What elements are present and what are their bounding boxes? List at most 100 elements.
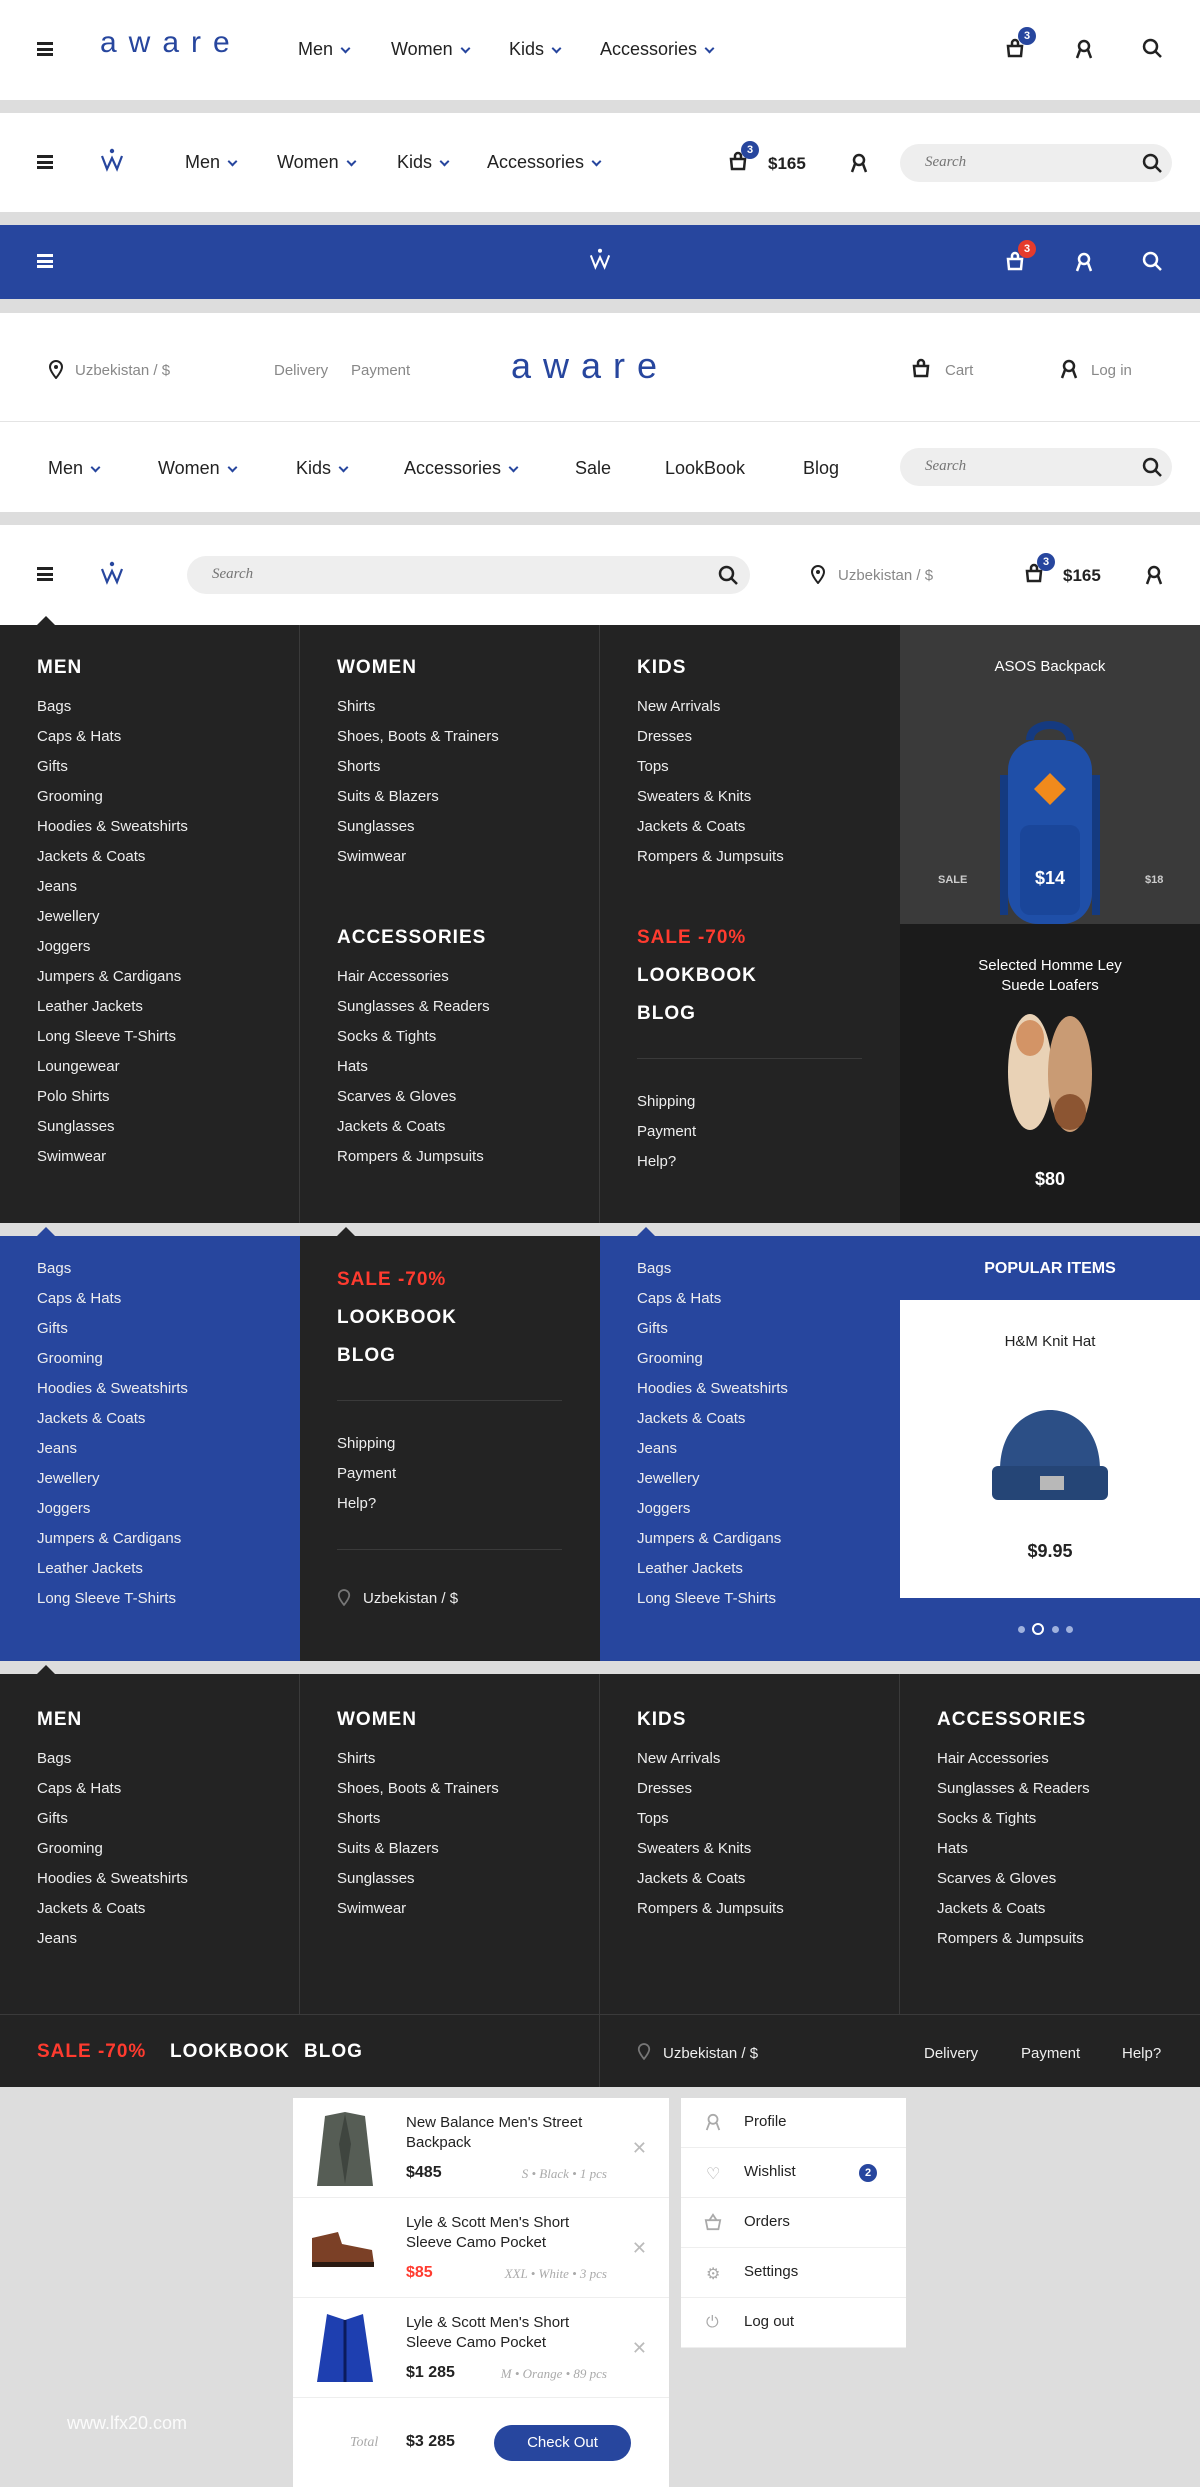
lookbook-link[interactable]: LOOKBOOK [337, 1307, 457, 1329]
menu-link[interactable]: Gifts [37, 752, 188, 782]
carousel-dots[interactable] [1018, 1623, 1088, 1635]
menu-link[interactable]: Sunglasses [337, 1864, 499, 1894]
cart-item[interactable]: Lyle & Scott Men's Short Sleeve Camo Poc… [293, 2198, 669, 2298]
search-icon[interactable] [1142, 153, 1162, 173]
nav-kids[interactable]: Kids [296, 458, 349, 479]
menu-link[interactable]: Caps & Hats [37, 1284, 188, 1314]
remove-icon[interactable]: ✕ [632, 2338, 647, 2359]
menu-link[interactable]: Shorts [337, 1804, 499, 1834]
menu-orders[interactable]: Orders [681, 2198, 906, 2248]
menu-link[interactable]: Swimwear [337, 1894, 499, 1924]
menu-link[interactable]: Sunglasses [337, 812, 499, 842]
menu-link[interactable]: Jeans [637, 1434, 788, 1464]
menu-link[interactable]: Hats [337, 1052, 490, 1082]
menu-link[interactable]: Hoodies & Sweatshirts [37, 812, 188, 842]
menu-link[interactable]: Bags [37, 692, 188, 722]
shipping-link[interactable]: Shipping [337, 1429, 396, 1459]
logo-mark[interactable] [589, 248, 611, 270]
menu-link[interactable]: Rompers & Jumpsuits [937, 1924, 1090, 1954]
nav-blog[interactable]: Blog [803, 458, 839, 479]
menu-link[interactable]: Sweaters & Knits [637, 1834, 784, 1864]
menu-link[interactable]: Dresses [637, 722, 784, 752]
nav-men[interactable]: Men [185, 152, 238, 173]
women-heading[interactable]: WOMEN [337, 1709, 417, 1731]
menu-icon[interactable] [37, 42, 53, 56]
search-input[interactable] [925, 458, 1105, 475]
menu-icon[interactable] [37, 567, 53, 581]
menu-link[interactable]: Rompers & Jumpsuits [337, 1142, 490, 1172]
menu-link[interactable]: Bags [37, 1744, 188, 1774]
menu-link[interactable]: Long Sleeve T-Shirts [37, 1584, 188, 1614]
location-select[interactable]: Uzbekistan / $ [363, 1590, 458, 1607]
menu-link[interactable]: Jackets & Coats [37, 1894, 188, 1924]
user-icon[interactable] [1074, 252, 1094, 272]
cart-item-name[interactable]: Lyle & Scott Men's Short Sleeve Camo Poc… [406, 2213, 616, 2253]
user-icon[interactable] [1059, 359, 1079, 379]
menu-link[interactable]: Caps & Hats [37, 1774, 188, 1804]
menu-link[interactable]: Gifts [37, 1314, 188, 1344]
cart-item[interactable]: New Balance Men's Street Backpack $485 S… [293, 2098, 669, 2198]
menu-link[interactable]: Jeans [37, 1434, 188, 1464]
shipping-link[interactable]: Shipping [637, 1087, 696, 1117]
cart-icon[interactable] [911, 358, 931, 378]
search-icon[interactable] [1142, 38, 1162, 58]
nav-accessories[interactable]: Accessories [487, 152, 602, 173]
checkout-button[interactable]: Check Out [494, 2425, 631, 2461]
nav-accessories[interactable]: Accessories [600, 39, 715, 60]
menu-link[interactable]: Jackets & Coats [637, 812, 784, 842]
payment-link[interactable]: Payment [351, 362, 410, 379]
menu-link[interactable]: Rompers & Jumpsuits [637, 1894, 784, 1924]
menu-link[interactable]: Suits & Blazers [337, 1834, 499, 1864]
menu-link[interactable]: Polo Shirts [37, 1082, 188, 1112]
carousel-dot-active[interactable] [1032, 1623, 1044, 1635]
delivery-link[interactable]: Delivery [924, 2045, 978, 2062]
menu-link[interactable]: Leather Jackets [637, 1554, 788, 1584]
blog-link[interactable]: BLOG [304, 2041, 363, 2063]
menu-link[interactable]: Caps & Hats [37, 722, 188, 752]
menu-link[interactable]: Jewellery [637, 1464, 788, 1494]
user-icon[interactable] [1144, 565, 1164, 585]
help-link[interactable]: Help? [337, 1489, 396, 1519]
menu-link[interactable]: Joggers [37, 932, 188, 962]
menu-link[interactable]: Leather Jackets [37, 1554, 188, 1584]
user-icon[interactable] [849, 153, 869, 173]
help-link[interactable]: Help? [637, 1147, 696, 1177]
product-card-loafers[interactable]: Selected Homme Ley Suede Loafers $80 [900, 924, 1200, 1223]
menu-link[interactable]: Jeans [37, 872, 188, 902]
menu-link[interactable]: Swimwear [37, 1142, 188, 1172]
menu-link[interactable]: Socks & Tights [337, 1022, 490, 1052]
menu-link[interactable]: Jumpers & Cardigans [37, 1524, 188, 1554]
menu-link[interactable]: Hats [937, 1834, 1090, 1864]
menu-link[interactable]: Long Sleeve T-Shirts [637, 1584, 788, 1614]
sale-link[interactable]: SALE -70% [37, 2041, 146, 2063]
menu-link[interactable]: Jeans [37, 1924, 188, 1954]
menu-link[interactable]: Sunglasses [37, 1112, 188, 1142]
blog-link[interactable]: BLOG [337, 1345, 396, 1367]
menu-link[interactable]: Jackets & Coats [937, 1894, 1090, 1924]
menu-link[interactable]: Sunglasses & Readers [937, 1774, 1090, 1804]
menu-link[interactable]: Jewellery [37, 1464, 188, 1494]
menu-link[interactable]: Tops [637, 1804, 784, 1834]
nav-women[interactable]: Women [158, 458, 238, 479]
carousel-dot[interactable] [1066, 1626, 1073, 1633]
menu-link[interactable]: Scarves & Gloves [337, 1082, 490, 1112]
menu-link[interactable]: Shoes, Boots & Trainers [337, 1774, 499, 1804]
menu-link[interactable]: Grooming [37, 1344, 188, 1374]
nav-kids[interactable]: Kids [397, 152, 450, 173]
menu-link[interactable]: Shoes, Boots & Trainers [337, 722, 499, 752]
carousel-dot[interactable] [1018, 1626, 1025, 1633]
men-heading[interactable]: MEN [37, 1709, 82, 1731]
menu-link[interactable]: Jumpers & Cardigans [637, 1524, 788, 1554]
nav-men[interactable]: Men [298, 39, 351, 60]
help-link[interactable]: Help? [1122, 2045, 1161, 2062]
menu-link[interactable]: Sunglasses & Readers [337, 992, 490, 1022]
kids-heading[interactable]: KIDS [637, 657, 686, 679]
menu-link[interactable]: Shirts [337, 1744, 499, 1774]
menu-link[interactable]: Grooming [37, 1834, 188, 1864]
logo[interactable]: aware [100, 26, 242, 60]
sale-link[interactable]: SALE -70% [337, 1269, 446, 1291]
product-card-backpack[interactable]: ASOS Backpack SALE $14 $18 [900, 625, 1200, 924]
nav-women[interactable]: Women [391, 39, 471, 60]
menu-link[interactable]: Grooming [37, 782, 188, 812]
remove-icon[interactable]: ✕ [632, 2238, 647, 2259]
